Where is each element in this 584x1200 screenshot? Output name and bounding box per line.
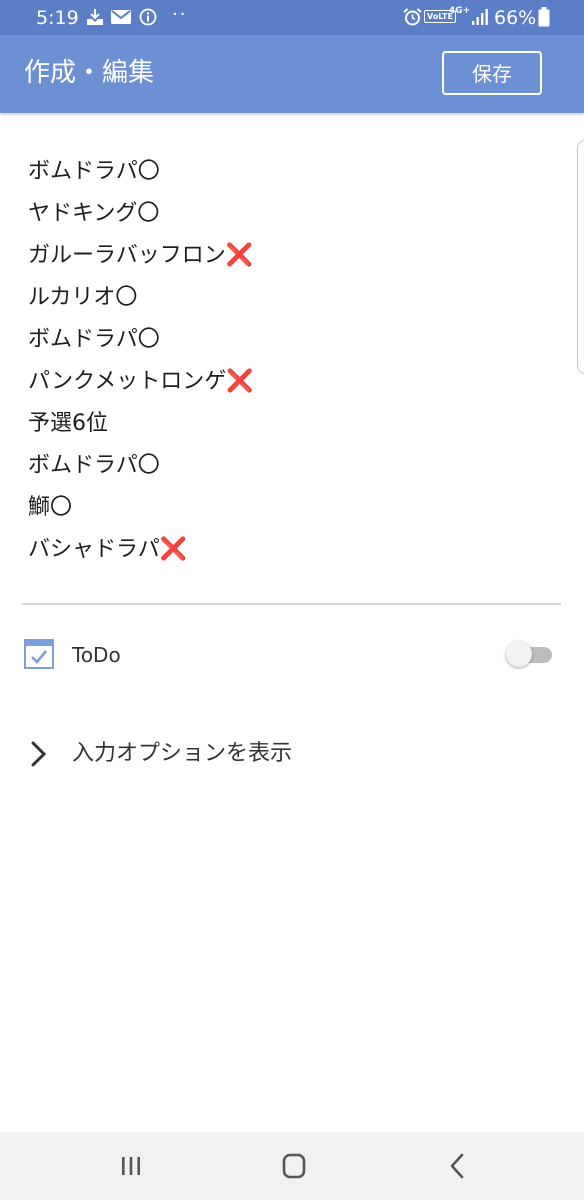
circle-mark: 〇 (137, 159, 160, 184)
memo-line-text: ボムドラパ (28, 159, 138, 184)
circle-mark: 〇 (115, 285, 138, 310)
navigation-bar (0, 1132, 584, 1200)
recent-apps-icon[interactable] (111, 1150, 151, 1182)
memo-line: ガルーラバッフロン❌ (28, 235, 548, 277)
memo-line-text: パンクメットロンゲ (28, 369, 227, 394)
memo-line: ヤドキング〇 (28, 193, 548, 235)
memo-line: ルカリオ〇 (28, 277, 548, 319)
cross-mark-icon: ❌ (225, 243, 254, 268)
divider (22, 603, 561, 605)
info-icon (139, 8, 157, 26)
network-type: 4G+ (449, 6, 471, 16)
side-scroll-handle[interactable] (577, 140, 584, 374)
app-bar: 作成・編集 保存 (0, 35, 584, 113)
battery-percent: 66% (494, 7, 537, 29)
memo-line: ボムドラパ〇 (28, 151, 548, 193)
circle-mark: 〇 (137, 453, 160, 478)
todo-label: ToDo (72, 643, 121, 667)
status-time: 5:19 (36, 7, 79, 29)
save-button[interactable]: 保存 (442, 51, 542, 95)
memo-line: ボムドラパ〇 (28, 445, 548, 487)
circle-mark: 〇 (137, 201, 160, 226)
memo-text-area[interactable]: ボムドラパ〇 ヤドキング〇 ガルーラバッフロン❌ ルカリオ〇 ボムドラパ〇 パンクメットロ… (28, 151, 548, 571)
calendar-check-icon (24, 639, 54, 669)
chevron-right-icon (31, 741, 47, 767)
download-icon (87, 9, 103, 25)
memo-line-text: ボムドラパ (28, 453, 138, 478)
cross-mark-icon: ❌ (159, 537, 188, 562)
memo-line: 予選6位 (28, 403, 548, 445)
memo-line-text: バシャドラパ (28, 537, 160, 562)
todo-row[interactable]: ToDo (22, 632, 562, 678)
home-icon[interactable] (274, 1150, 314, 1182)
memo-line-text: ボムドラパ (28, 327, 138, 352)
battery-icon (538, 7, 550, 27)
memo-line: バシャドラパ❌ (28, 529, 548, 571)
page-title: 作成・編集 (24, 58, 155, 88)
memo-line-text: ルカリオ (28, 285, 116, 310)
memo-line: ボムドラパ〇 (28, 319, 548, 361)
circle-mark: 〇 (50, 495, 73, 520)
memo-line-text: 予選6位 (28, 411, 108, 436)
status-bar: 5:19 ·· VoLTE 4G+ 66% (0, 0, 584, 35)
circle-mark: 〇 (137, 327, 160, 352)
back-icon[interactable] (438, 1150, 478, 1182)
toggle-thumb (506, 641, 532, 667)
memo-line-text: ガルーラバッフロン (28, 243, 226, 268)
alarm-icon (403, 8, 422, 26)
memo-line-text: ヤドキング (28, 201, 138, 226)
signal-icon (472, 9, 488, 25)
input-options-row[interactable]: 入力オプションを表示 (22, 732, 562, 776)
memo-line: パンクメットロンゲ❌ (28, 361, 548, 403)
more-notifications-dots: ·· (172, 4, 188, 25)
memo-line-text: 鰤 (28, 495, 51, 520)
todo-toggle[interactable] (504, 640, 554, 668)
cross-mark-icon: ❌ (226, 369, 254, 394)
mail-icon (111, 10, 131, 24)
input-options-label: 入力オプションを表示 (72, 741, 293, 766)
memo-line: 鰤〇 (28, 487, 548, 529)
